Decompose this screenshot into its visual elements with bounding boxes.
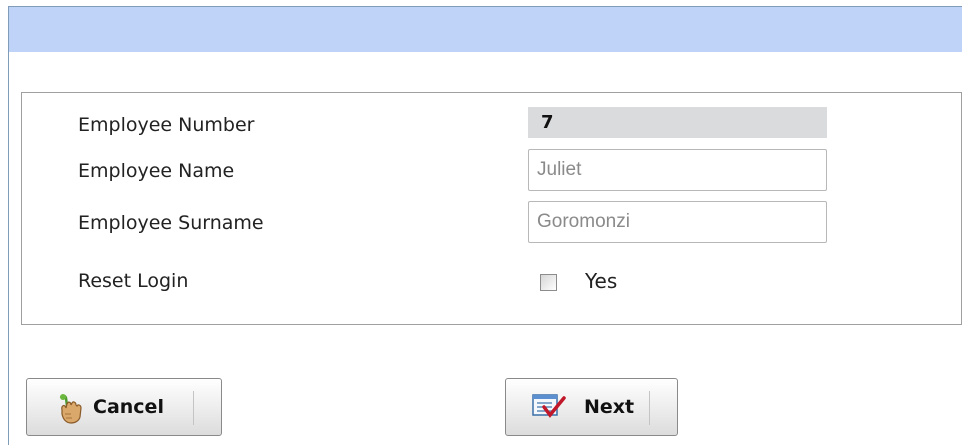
employee-name-label: Employee Name [78, 160, 235, 182]
dialog-frame: Employee Number 7 Employee Name Employee… [0, 0, 962, 445]
next-button[interactable]: Next [505, 378, 678, 436]
frame-border-left [8, 6, 9, 445]
employee-surname-label: Employee Surname [78, 212, 264, 234]
employee-number-label: Employee Number [78, 114, 255, 136]
hand-pointer-icon [55, 392, 85, 428]
reset-login-checkbox[interactable] [540, 274, 557, 291]
employee-number-value: 7 [528, 107, 827, 138]
next-button-separator [649, 391, 650, 425]
cancel-button-separator [193, 391, 194, 425]
employee-surname-input[interactable] [528, 201, 827, 243]
reset-login-label: Reset Login [78, 270, 189, 292]
cancel-button[interactable]: Cancel [26, 378, 222, 436]
reset-login-checkbox-label[interactable]: Yes [585, 269, 617, 293]
cancel-button-label: Cancel [93, 396, 164, 418]
header-band [9, 7, 962, 52]
next-button-label: Next [584, 396, 635, 418]
checklist-icon [532, 394, 566, 424]
employee-name-input[interactable] [528, 149, 827, 191]
